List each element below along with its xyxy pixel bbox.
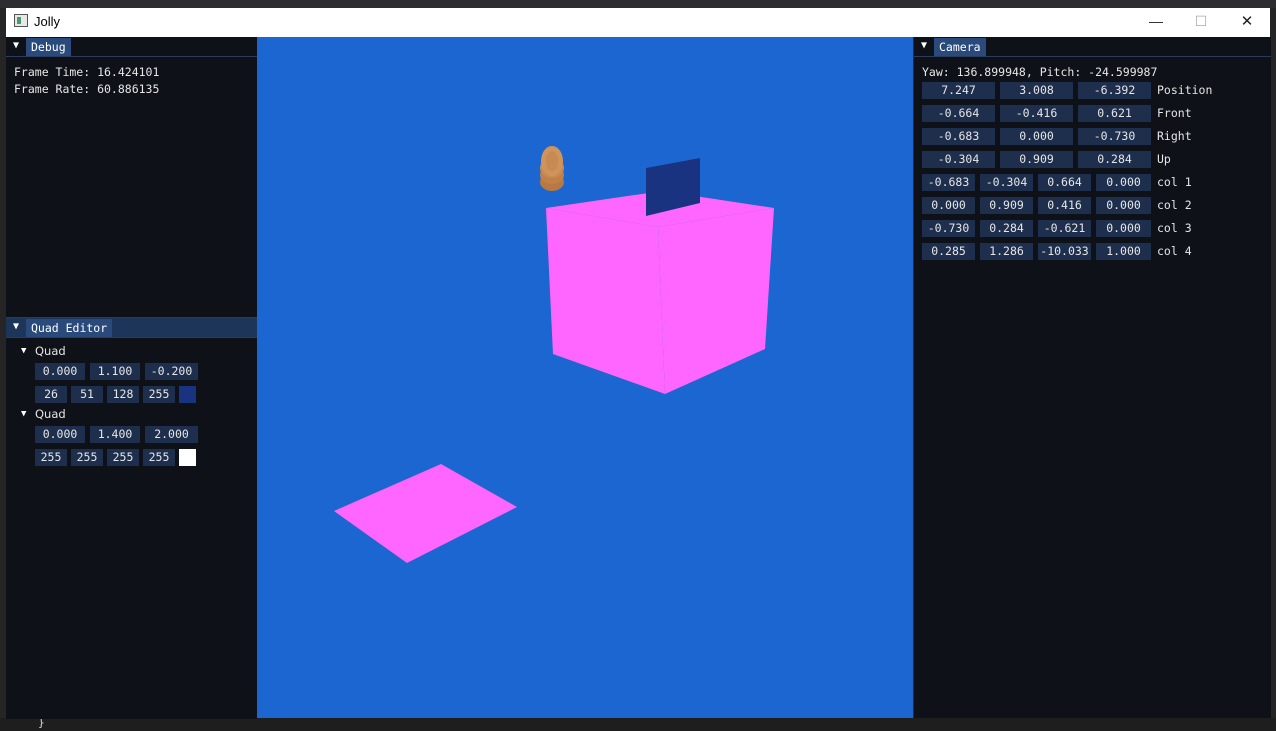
col3-1-field[interactable]: 0.284	[980, 220, 1033, 237]
quad-1-pos-z[interactable]: -0.200	[145, 363, 198, 380]
position-y-field[interactable]: 3.008	[1000, 82, 1073, 99]
col1-3-field[interactable]: 0.000	[1096, 174, 1151, 191]
col4-2-field[interactable]: -10.033	[1038, 243, 1091, 260]
front-z-field[interactable]: 0.621	[1078, 105, 1151, 122]
col2-label: col 2	[1157, 198, 1192, 212]
collapse-triangle-icon[interactable]: ▼	[921, 40, 927, 51]
col1-2-field[interactable]: 0.664	[1038, 174, 1091, 191]
quad-2-color-r[interactable]: 255	[35, 449, 67, 466]
up-z-field[interactable]: 0.284	[1078, 151, 1151, 168]
right-y-field[interactable]: 0.000	[1000, 128, 1073, 145]
quad-2-color-g[interactable]: 255	[71, 449, 103, 466]
maximize-button[interactable]: ☐	[1178, 8, 1224, 37]
scene-render	[334, 146, 774, 563]
debug-tab[interactable]: Debug	[26, 38, 71, 56]
right-x-field[interactable]: -0.683	[922, 128, 995, 145]
col4-1-field[interactable]: 1.286	[980, 243, 1033, 260]
debug-panel-header[interactable]: ▼ Debug	[6, 37, 257, 57]
front-label: Front	[1157, 106, 1192, 120]
quad-1-color-r[interactable]: 26	[35, 386, 67, 403]
col3-2-field[interactable]: -0.621	[1038, 220, 1091, 237]
col3-0-field[interactable]: -0.730	[922, 220, 975, 237]
collapse-triangle-icon[interactable]: ▼	[13, 40, 19, 51]
collapse-triangle-icon[interactable]: ▼	[13, 321, 19, 332]
app-icon	[14, 14, 28, 27]
quad-2-color-swatch[interactable]	[179, 449, 196, 466]
col4-0-field[interactable]: 0.285	[922, 243, 975, 260]
frame-rate-text: Frame Rate: 60.886135	[14, 82, 160, 96]
tree-expand-icon[interactable]: ▼	[21, 346, 26, 356]
pink-cube-left-face	[546, 208, 665, 394]
frame-time-text: Frame Time: 16.424101	[14, 65, 160, 79]
quad-2-pos-x[interactable]: 0.000	[35, 426, 85, 443]
quad-editor-panel: ▼ Quad Editor ▼ Quad 0.000 1.100 -0.200 …	[6, 317, 257, 719]
background-ide-bottom: }	[0, 716, 1276, 731]
title-bar[interactable]: Jolly — ☐ ✕	[6, 8, 1270, 37]
col3-label: col 3	[1157, 221, 1192, 235]
front-y-field[interactable]: -0.416	[1000, 105, 1073, 122]
camera-panel: ▼ Camera Yaw: 136.899948, Pitch: -24.599…	[913, 37, 1271, 718]
quad-1-color-swatch[interactable]	[179, 386, 196, 403]
col1-label: col 1	[1157, 175, 1192, 189]
wooden-disc-stack	[540, 146, 564, 191]
col4-3-field[interactable]: 1.000	[1096, 243, 1151, 260]
app-window: Jolly — ☐ ✕ ▼ Debug Frame Time: 16.42410…	[6, 8, 1271, 719]
quad-1-label[interactable]: Quad	[35, 344, 66, 358]
quad-2-label[interactable]: Quad	[35, 407, 66, 421]
position-x-field[interactable]: 7.247	[922, 82, 995, 99]
quad-1-pos-x[interactable]: 0.000	[35, 363, 85, 380]
pink-ground-plane	[334, 464, 517, 563]
quad-2-pos-y[interactable]: 1.400	[90, 426, 140, 443]
camera-tab[interactable]: Camera	[934, 38, 986, 56]
right-label: Right	[1157, 129, 1192, 143]
up-x-field[interactable]: -0.304	[922, 151, 995, 168]
debug-panel: ▼ Debug Frame Time: 16.424101 Frame Rate…	[6, 37, 257, 316]
right-z-field[interactable]: -0.730	[1078, 128, 1151, 145]
position-label: Position	[1157, 83, 1213, 97]
position-z-field[interactable]: -6.392	[1078, 82, 1151, 99]
quad-1-color-b[interactable]: 128	[107, 386, 139, 403]
quad-editor-tab[interactable]: Quad Editor	[26, 319, 113, 337]
quad-1-color-a[interactable]: 255	[143, 386, 175, 403]
col2-3-field[interactable]: 0.000	[1096, 197, 1151, 214]
quad-2-color-b[interactable]: 255	[107, 449, 139, 466]
quad-2-pos-z[interactable]: 2.000	[145, 426, 198, 443]
col3-3-field[interactable]: 0.000	[1096, 220, 1151, 237]
col1-0-field[interactable]: -0.683	[922, 174, 975, 191]
up-y-field[interactable]: 0.909	[1000, 151, 1073, 168]
window-title: Jolly	[34, 14, 61, 29]
col2-0-field[interactable]: 0.000	[922, 197, 975, 214]
camera-panel-header[interactable]: ▼ Camera	[914, 37, 1271, 57]
quad-editor-header[interactable]: ▼ Quad Editor	[6, 318, 257, 338]
close-button[interactable]: ✕	[1224, 8, 1270, 37]
col2-1-field[interactable]: 0.909	[980, 197, 1033, 214]
quad-2-color-a[interactable]: 255	[143, 449, 175, 466]
quad-1-pos-y[interactable]: 1.100	[90, 363, 140, 380]
tree-expand-icon[interactable]: ▼	[21, 409, 26, 419]
quad-1-color-g[interactable]: 51	[71, 386, 103, 403]
col2-2-field[interactable]: 0.416	[1038, 197, 1091, 214]
yaw-pitch-text: Yaw: 136.899948, Pitch: -24.599987	[922, 65, 1158, 79]
col4-label: col 4	[1157, 244, 1192, 258]
background-ide-toolbar	[0, 0, 1276, 8]
col1-1-field[interactable]: -0.304	[980, 174, 1033, 191]
front-x-field[interactable]: -0.664	[922, 105, 995, 122]
pink-cube-right-face	[658, 208, 774, 394]
up-label: Up	[1157, 152, 1171, 166]
minimize-button[interactable]: —	[1133, 8, 1179, 37]
scene-viewport[interactable]	[257, 37, 913, 718]
